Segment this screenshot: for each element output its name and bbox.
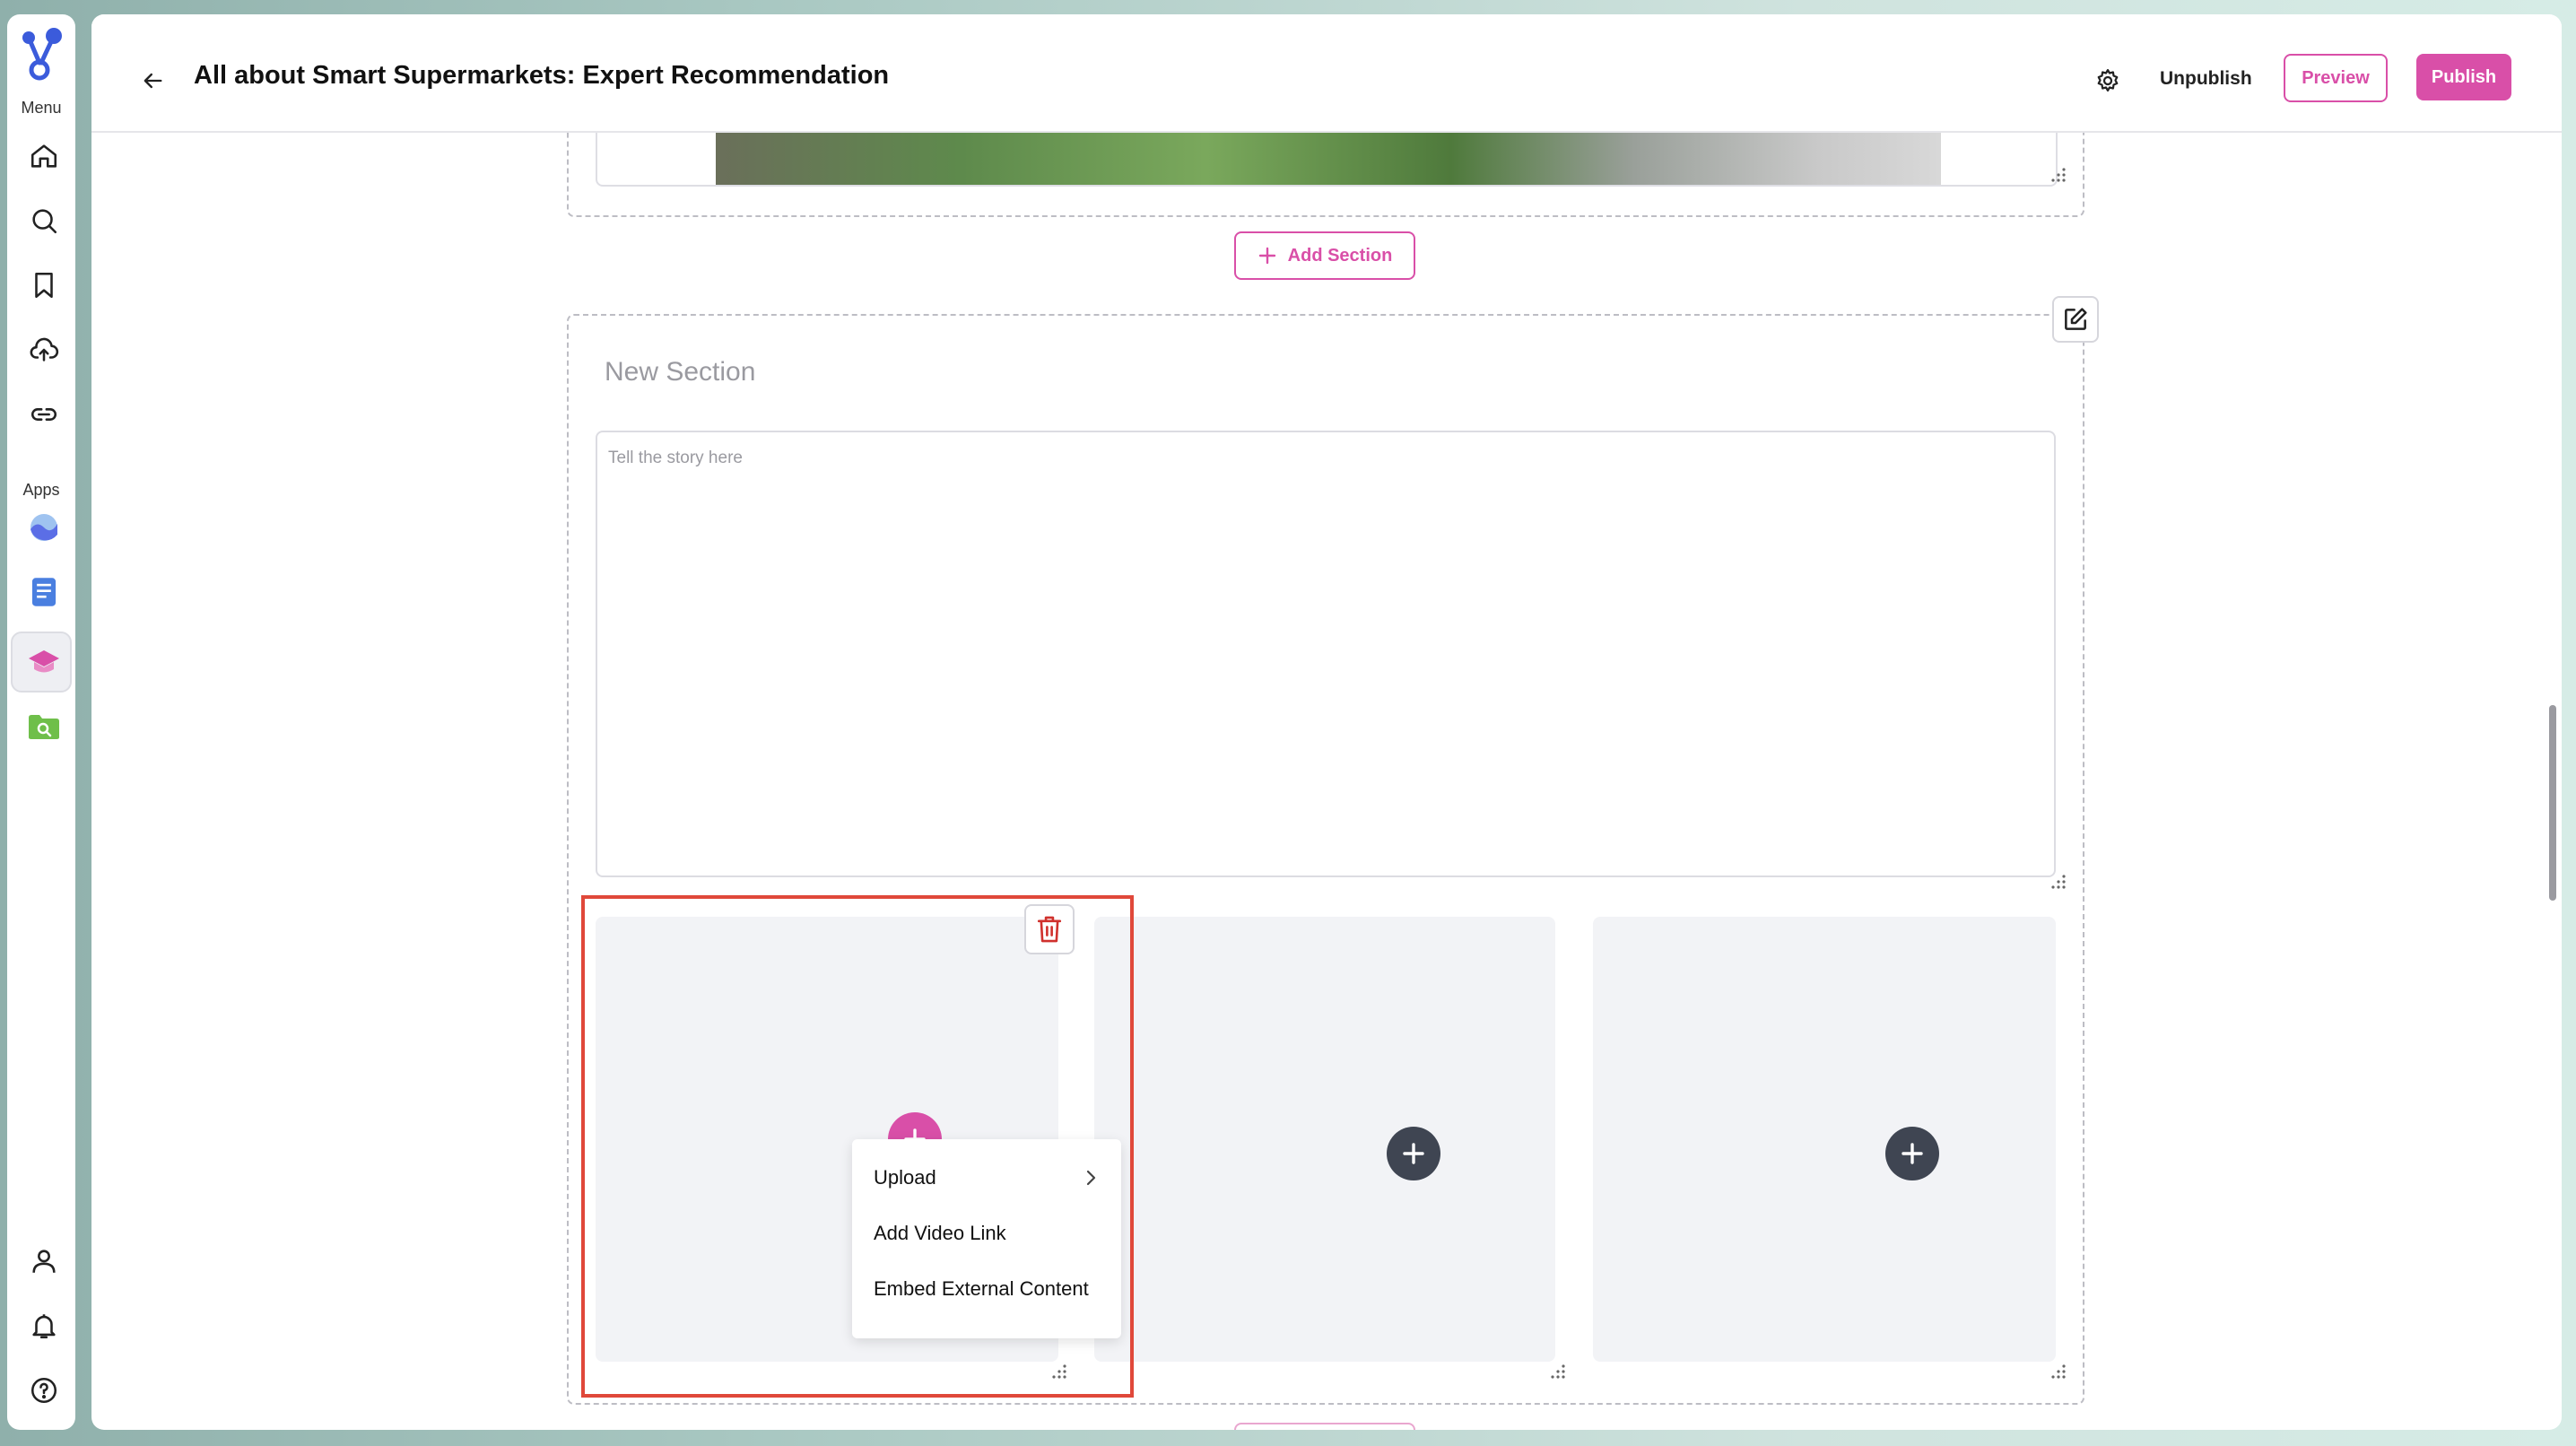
publish-button[interactable]: Publish [2416, 54, 2511, 100]
help-icon[interactable] [24, 1371, 64, 1410]
add-section-label: Add Section [1287, 245, 1393, 266]
upload-cloud-icon[interactable] [24, 330, 64, 370]
back-arrow-icon[interactable] [135, 63, 170, 99]
tile-2-resize-handle[interactable] [1550, 1363, 1566, 1380]
document-app-icon[interactable] [24, 572, 64, 612]
apps-label: Apps [22, 481, 60, 499]
selection-highlight [581, 895, 1134, 1398]
folder-search-app-icon[interactable] [24, 707, 64, 746]
app-sidebar: Menu Apps [7, 14, 75, 1430]
learning-app-icon[interactable] [24, 642, 64, 682]
add-media-button-2[interactable] [1387, 1127, 1440, 1180]
story-textarea[interactable]: Tell the story here [596, 431, 2056, 877]
bell-icon[interactable] [24, 1306, 64, 1346]
link-icon[interactable] [24, 395, 64, 434]
add-section-button[interactable]: Add Section [1234, 231, 1415, 280]
textarea-resize-handle[interactable] [2050, 874, 2067, 890]
resize-handle[interactable] [2050, 167, 2067, 183]
story-placeholder: Tell the story here [608, 449, 743, 467]
bookmark-icon[interactable] [24, 266, 64, 305]
plus-icon [1258, 246, 1277, 266]
media-tile-3[interactable] [1593, 917, 2056, 1362]
add-media-button-3[interactable] [1885, 1127, 1939, 1180]
tile-3-resize-handle[interactable] [2050, 1363, 2067, 1380]
media-tile-2[interactable] [1094, 917, 1555, 1362]
main-panel: All about Smart Supermarkets: Expert Rec… [91, 14, 2562, 1430]
app-logo[interactable] [20, 27, 63, 81]
edit-icon [2065, 308, 2087, 330]
menu-label: Menu [21, 99, 62, 117]
search-icon[interactable] [24, 201, 64, 240]
gear-icon[interactable] [2090, 63, 2126, 99]
edit-section-button[interactable] [2052, 296, 2099, 343]
top-bar: All about Smart Supermarkets: Expert Rec… [91, 14, 2562, 133]
unpublish-button[interactable]: Unpublish [2160, 68, 2252, 90]
user-icon[interactable] [24, 1241, 64, 1281]
next-add-section-button[interactable] [1234, 1423, 1415, 1430]
plus-icon [1902, 1143, 1923, 1164]
home-icon[interactable] [24, 136, 64, 176]
preview-button[interactable]: Preview [2284, 54, 2388, 102]
wave-app-icon[interactable] [24, 508, 64, 547]
section-title-input[interactable]: New Section [605, 357, 755, 388]
page-title: All about Smart Supermarkets: Expert Rec… [194, 61, 890, 90]
scrollbar-thumb[interactable] [2549, 705, 2556, 901]
plus-icon [1403, 1143, 1424, 1164]
